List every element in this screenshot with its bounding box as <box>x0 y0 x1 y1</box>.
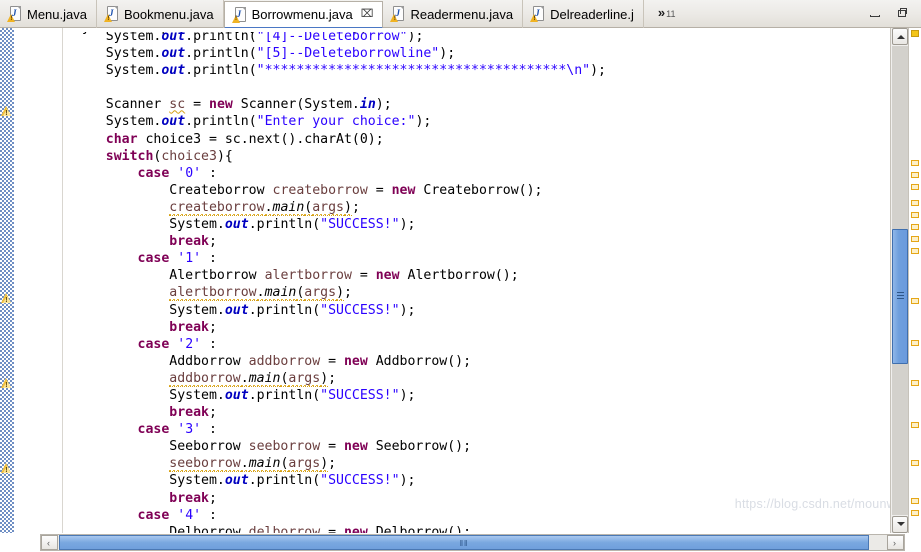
overview-warning-mark[interactable] <box>911 236 919 242</box>
code-line: alertborrow.main(args); <box>169 285 352 302</box>
code-line: case '3' : <box>137 422 217 438</box>
java-file-warning-icon: J! <box>231 6 247 23</box>
code-line: System.out.println("SUCCESS!"); <box>74 217 416 233</box>
code-line: Addborrow addborrow = new Addborrow(); <box>74 353 472 369</box>
horizontal-scrollbar-track[interactable]: ‹ ‖‖ › <box>40 534 905 551</box>
gutter-warning-icon[interactable]: ! <box>1 377 13 389</box>
code-line: break; <box>169 319 217 335</box>
overview-warning-mark[interactable] <box>911 460 919 466</box>
code-line: Alertborrow alertborrow = new Alertborro… <box>74 268 519 284</box>
overview-ruler[interactable] <box>908 28 921 533</box>
tab-label: Menu.java <box>27 6 87 22</box>
overview-warning-mark[interactable] <box>911 224 919 230</box>
tab-label: Borrowmenu.java <box>251 7 353 22</box>
scrollbar-grip-icon <box>897 292 904 299</box>
tab-delreaderline-java[interactable]: J! Delreaderline.j <box>523 0 644 28</box>
code-editor-area[interactable]: !!!!! System.out.println("[3]--Seeborrow… <box>0 28 921 533</box>
maximize-icon[interactable] <box>896 7 909 20</box>
line-number-gutter <box>14 28 62 533</box>
overview-warning-mark[interactable] <box>911 248 919 254</box>
tab-borrowmenu-java[interactable]: J! Borrowmenu.java ⌧ <box>223 1 384 29</box>
source-code-text[interactable]: System.out.println("[4]--Deleteborrow");… <box>63 28 885 533</box>
editor-tab-bar: J! Menu.java J! Bookmenu.java J! Borrowm… <box>0 0 921 29</box>
scroll-left-arrow-icon[interactable]: ‹ <box>41 535 58 550</box>
code-line: case '1' : <box>137 251 217 267</box>
gutter-warning-icon[interactable]: ! <box>1 105 13 117</box>
overview-warning-mark[interactable] <box>911 498 919 504</box>
code-line: case '2' : <box>137 336 217 352</box>
overview-warning-mark[interactable] <box>911 380 919 386</box>
code-line: switch(choice3){ <box>105 148 233 164</box>
overview-warning-mark[interactable] <box>911 200 919 206</box>
top-clip-mask <box>63 28 885 32</box>
overview-warning-mark[interactable] <box>911 160 919 166</box>
tab-bookmenu-java[interactable]: J! Bookmenu.java <box>97 0 224 28</box>
code-line: break; <box>169 405 217 421</box>
overview-warning-mark[interactable] <box>911 212 919 218</box>
overview-warning-mark[interactable] <box>911 340 919 346</box>
gutter-warning-icon[interactable]: ! <box>1 292 13 304</box>
tab-label: Delreaderline.j <box>550 6 634 22</box>
vertical-scrollbar[interactable] <box>890 28 908 533</box>
window-controls <box>869 0 921 27</box>
close-icon[interactable]: ⌧ <box>361 9 374 20</box>
code-line: System.out.println("SUCCESS!"); <box>74 302 416 318</box>
horizontal-scrollbar-thumb[interactable]: ‖‖ <box>59 535 869 550</box>
gutter-warning-icon[interactable]: ! <box>1 462 13 474</box>
tab-menu-java[interactable]: J! Menu.java <box>0 0 97 28</box>
code-line: seeborrow.main(args); <box>169 456 337 473</box>
scroll-up-arrow-icon[interactable] <box>892 28 908 45</box>
annotation-folding-ruler[interactable] <box>0 28 14 533</box>
scroll-right-arrow-icon[interactable]: › <box>887 535 904 550</box>
overview-warning-mark[interactable] <box>911 510 919 516</box>
tab-bar-spacer <box>685 0 869 27</box>
overview-summary-icon[interactable] <box>911 30 919 37</box>
overview-warning-mark[interactable] <box>911 184 919 190</box>
chevron-double-right-icon: » <box>657 5 666 20</box>
tab-overflow-count: 11 <box>666 9 676 19</box>
minimize-icon[interactable] <box>869 7 882 20</box>
code-line: System.out.println("SUCCESS!"); <box>74 387 416 403</box>
code-line: break; <box>169 490 217 506</box>
tab-label: Readermenu.java <box>410 6 514 22</box>
code-line: createborrow.main(args); <box>169 199 360 216</box>
java-file-warning-icon: J! <box>7 6 22 22</box>
scroll-left-glyph: ‹ <box>47 538 50 548</box>
overview-warning-mark[interactable] <box>911 422 919 428</box>
vertical-scrollbar-track[interactable] <box>892 46 908 515</box>
code-line: addborrow.main(args); <box>169 370 337 387</box>
scroll-right-glyph: › <box>893 538 896 548</box>
eclipse-editor-window: J! Menu.java J! Bookmenu.java J! Borrowm… <box>0 0 921 552</box>
overview-warning-mark[interactable] <box>911 172 919 178</box>
tab-overflow-chevron-icon[interactable]: » 11 <box>644 0 686 27</box>
java-file-warning-icon: J! <box>530 6 545 22</box>
tab-readermenu-java[interactable]: J! Readermenu.java <box>383 0 524 28</box>
code-line: Scanner sc = new Scanner(System.in); <box>74 97 392 113</box>
code-line: Createborrow createborrow = new Createbo… <box>74 182 543 198</box>
java-file-warning-icon: J! <box>103 6 119 22</box>
java-file-warning-icon: J! <box>390 6 405 22</box>
scrollbar-grip-icon: ‖‖ <box>459 539 469 548</box>
code-line: System.out.println("SUCCESS!"); <box>74 473 416 489</box>
code-line: System.out.println("********************… <box>74 63 606 79</box>
scroll-down-arrow-icon[interactable] <box>892 516 908 533</box>
code-line: case '0' : <box>137 165 217 181</box>
code-line: case '4' : <box>137 507 217 523</box>
code-line: break; <box>169 234 217 250</box>
code-line: Delborrow delborrow = new Delborrow(); <box>74 524 472 533</box>
tab-label: Bookmenu.java <box>123 6 214 22</box>
overview-warning-mark[interactable] <box>911 298 919 304</box>
horizontal-scrollbar[interactable]: ‹ ‖‖ › <box>0 533 921 552</box>
code-line: System.out.println("[5]--Deleteborrowlin… <box>74 46 456 62</box>
code-line: char choice3 = sc.next().charAt(0); <box>105 131 384 147</box>
code-line: Seeborrow seeborrow = new Seeborrow(); <box>74 439 472 455</box>
code-line: System.out.println("Enter your choice:")… <box>74 114 432 130</box>
vertical-scrollbar-thumb[interactable] <box>892 229 908 364</box>
